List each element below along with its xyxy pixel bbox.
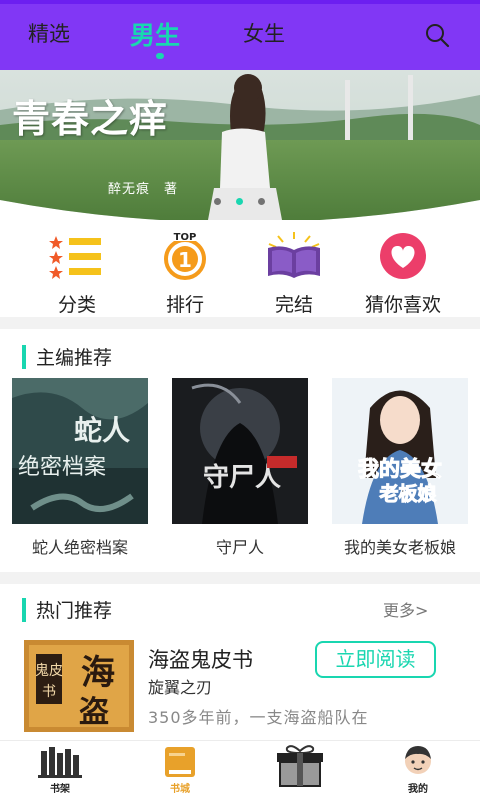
carousel-dot[interactable] — [258, 198, 265, 205]
shortcut-label: 完结 — [274, 294, 313, 316]
section-accent-bar — [22, 345, 26, 369]
status-strip — [0, 0, 480, 4]
app-screen: 精选 男生 女生 青春之痒 醉无痕 著 分类 1 TOP 排行 完结 猜你喜欢 … — [0, 0, 480, 800]
carousel-dot-active[interactable] — [236, 198, 243, 205]
cover-title: 书 — [42, 684, 56, 700]
read-now-button[interactable]: 立即阅读 — [315, 641, 436, 678]
book-title: 蛇人绝密档案 — [31, 538, 128, 557]
cover-subtitle: 绝密档案 — [18, 455, 106, 480]
nav-label: 书架 — [50, 784, 70, 795]
hot-book-author: 旋翼之刃 — [148, 678, 213, 697]
nav-label: 书城 — [170, 784, 190, 795]
nav-gift[interactable] — [260, 743, 340, 787]
shortcut-completed[interactable]: 完结 — [239, 230, 349, 317]
shortcut-recommend[interactable]: 猜你喜欢 — [347, 230, 459, 317]
hot-book-description: 350多年前，一支海盗船队在 — [148, 708, 369, 727]
section-header-hot: 热门推荐 — [22, 596, 112, 623]
top1-medal-icon: 1 TOP — [155, 230, 215, 280]
top-header: 精选 男生 女生 — [0, 0, 480, 70]
cover-title: 海 — [81, 653, 115, 693]
shortcut-category[interactable]: 分类 — [22, 230, 132, 317]
open-book-icon — [264, 230, 324, 280]
category-shortcuts: 分类 1 TOP 排行 完结 猜你喜欢 — [0, 225, 480, 317]
hot-book-cover[interactable]: 鬼皮 书 海 盗 — [24, 640, 134, 732]
cover-title: 鬼皮 — [35, 663, 63, 679]
nav-book-city[interactable]: 书城 — [140, 743, 220, 795]
section-accent-bar — [22, 598, 26, 622]
shortcut-label: 排行 — [165, 294, 204, 316]
banner-title: 青春之痒 — [12, 96, 169, 141]
nav-profile[interactable]: 我的 — [378, 743, 458, 795]
cover-title: 盗 — [79, 695, 109, 730]
tab-featured[interactable]: 精选 — [28, 18, 70, 48]
shortcut-label: 分类 — [57, 294, 96, 316]
top-badge: TOP — [174, 232, 197, 243]
book-title: 我的美女老板娘 — [343, 538, 456, 557]
search-icon[interactable] — [424, 22, 450, 48]
section-divider — [0, 317, 480, 329]
section-title: 主编推荐 — [36, 347, 113, 369]
carousel-dot[interactable] — [214, 198, 221, 205]
book-cover: 守尸人 — [172, 378, 308, 524]
shortcut-label: 猜你喜欢 — [364, 294, 441, 316]
nav-bookshelf[interactable]: 书架 — [20, 743, 100, 795]
cover-subtitle: 老板娘 — [379, 482, 437, 505]
tab-male[interactable]: 男生 — [130, 16, 180, 52]
cover-title: 我的美女 — [358, 457, 442, 481]
nav-label: 我的 — [408, 784, 428, 795]
bottom-navigation: 书架 书城 我的 — [0, 740, 480, 800]
heart-icon — [373, 230, 433, 280]
book-card[interactable]: 守尸人 守尸人 — [172, 378, 308, 558]
active-tab-indicator — [156, 53, 164, 59]
book-cover: 蛇人 绝密档案 — [12, 378, 148, 524]
hot-book-title[interactable]: 海盗鬼皮书 — [148, 644, 253, 674]
profile-avatar-icon — [395, 743, 441, 779]
book-card[interactable]: 我的美女 老板娘 我的美女老板娘 — [332, 378, 468, 558]
shortcut-ranking[interactable]: 1 TOP 排行 — [130, 230, 240, 317]
bookshelf-icon — [37, 743, 83, 779]
gift-icon — [273, 743, 327, 787]
section-header-editor: 主编推荐 — [22, 343, 112, 370]
tab-female[interactable]: 女生 — [243, 18, 285, 48]
section-divider — [0, 572, 480, 584]
banner-carousel[interactable]: 青春之痒 醉无痕 著 — [0, 70, 480, 220]
book-city-icon — [157, 743, 203, 779]
more-link[interactable]: 更多> — [383, 597, 428, 621]
book-title: 守尸人 — [215, 538, 264, 557]
list-icon — [47, 230, 107, 280]
book-card[interactable]: 蛇人 绝密档案 蛇人绝密档案 — [12, 378, 148, 558]
banner-author: 醉无痕 著 — [108, 182, 179, 197]
section-title: 热门推荐 — [36, 600, 113, 622]
book-cover: 我的美女 老板娘 — [332, 378, 468, 524]
top1-number: 1 — [178, 248, 192, 272]
cover-title: 蛇人 — [74, 414, 130, 447]
